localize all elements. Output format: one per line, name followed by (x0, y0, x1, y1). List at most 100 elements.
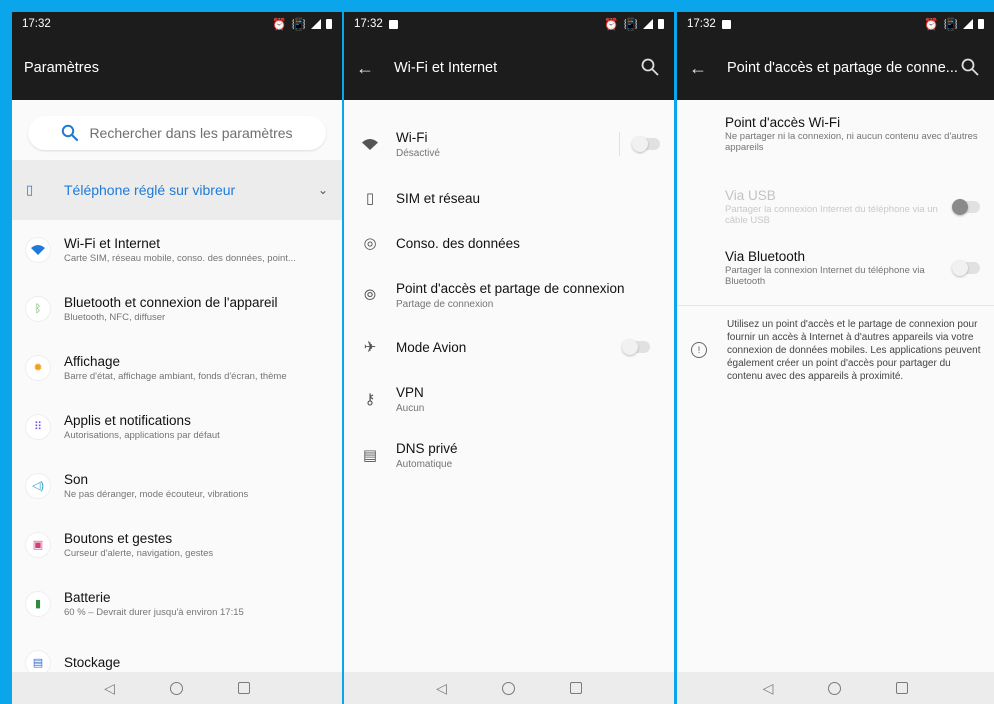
search-icon[interactable] (640, 57, 662, 79)
search-icon (62, 124, 79, 142)
settings-item-subtitle: Carte SIM, réseau mobile, conso. des don… (64, 252, 296, 264)
signal-icon (311, 19, 321, 29)
settings-item-subtitle: Autorisations, applications par défaut (64, 429, 220, 441)
vibrate-icon: 📳 (943, 19, 958, 31)
search-placeholder: Rechercher dans les paramètres (89, 125, 293, 141)
back-nav-icon[interactable]: ◁ (436, 680, 447, 697)
wifi-hotspot-title: Point d'accès Wi-Fi (725, 115, 841, 130)
signal-icon (643, 19, 653, 29)
sim-network-row[interactable]: ▯ SIM et réseau (344, 176, 674, 220)
airplane-mode-toggle[interactable] (622, 339, 650, 355)
home-nav-icon[interactable] (501, 681, 515, 695)
bluetooth-icon: ᛒ (26, 296, 50, 321)
vibrate-icon: ▯ (26, 182, 34, 197)
private-dns-row[interactable]: ▤ DNS privé Automatique (344, 428, 674, 482)
alarm-icon: ⏰ (924, 19, 939, 31)
settings-item-subtitle: Ne pas déranger, mode écouteur, vibratio… (64, 488, 249, 500)
status-icons: ⏰ 📳 (604, 17, 664, 31)
private-dns-row-title: DNS privé (396, 440, 458, 456)
back-nav-icon[interactable]: ◁ (763, 680, 774, 697)
settings-item-title: Stockage (64, 655, 121, 670)
data-usage-row[interactable]: ◎ Conso. des données (344, 220, 674, 266)
storage-icon: ▤ (26, 650, 50, 675)
airplane-mode-row-title: Mode Avion (396, 339, 467, 355)
back-arrow-icon[interactable]: ← (356, 58, 380, 79)
vpn-row-title: VPN (396, 384, 424, 400)
vibrate-banner[interactable]: ▯ Téléphone réglé sur vibreur ⌄ (12, 160, 342, 220)
volume-icon: ◁) (26, 473, 50, 498)
hotspot-info: ! Utilisez un point d'accès et le partag… (677, 306, 994, 383)
airplane-icon: ✈ (363, 339, 377, 356)
wifi-hotspot-row[interactable]: Point d'accès Wi-Fi Ne partager ni la con… (677, 115, 994, 173)
bluetooth-tethering-title: Via Bluetooth (725, 248, 806, 264)
wifi-toggle[interactable] (632, 136, 660, 152)
sim-network-row-title: SIM et réseau (396, 190, 481, 206)
usb-tethering-row: Via USB Partager la connexion Internet du… (677, 173, 994, 241)
vibrate-banner-label: Téléphone réglé sur vibreur (64, 182, 236, 198)
vpn-row-subtitle: Aucun (396, 402, 425, 414)
settings-item-title: Affichage (64, 353, 121, 369)
back-nav-icon[interactable]: ◁ (104, 680, 115, 697)
battery-icon (326, 19, 332, 29)
settings-item-bluetooth[interactable]: ᛒ Bluetooth et connexion de l'appareil Bl… (12, 279, 342, 338)
nav-bar: ◁ (344, 672, 674, 704)
settings-item-title: Boutons et gestes (64, 530, 173, 546)
settings-item-title: Batterie (64, 589, 111, 605)
battery-icon: ▮ (26, 591, 50, 616)
hotspot-row[interactable]: ⦾ Point d'accès et partage de connexion P… (344, 266, 674, 324)
wifi-internet-screen: 17:32 ⏰ 📳 ← Wi-Fi et Internet Wi-Fi Désac… (344, 12, 674, 704)
settings-item-display[interactable]: ✹ Affichage Barre d'état, affichage ambia… (12, 338, 342, 397)
buttons-icon: ▣ (26, 532, 50, 557)
signal-icon (963, 19, 973, 29)
settings-item-battery[interactable]: ▮ Batterie 60 % – Devrait durer jusqu'à e… (12, 574, 342, 633)
settings-item-subtitle: Barre d'état, affichage ambiant, fonds d… (64, 370, 287, 382)
vpn-row[interactable]: ⚷ VPN Aucun (344, 370, 674, 428)
settings-item-title: Bluetooth et connexion de l'appareil (64, 294, 278, 310)
data-usage-row-title: Conso. des données (396, 235, 520, 251)
wifi-row-subtitle: Désactivé (396, 147, 440, 159)
settings-item-title: Wi-Fi et Internet (64, 235, 161, 251)
usb-tethering-toggle (952, 199, 980, 215)
status-bar: 17:32 ⏰ 📳 (344, 12, 674, 36)
wifi-row[interactable]: Wi-Fi Désactivé (344, 112, 674, 176)
status-icons: ⏰ 📳 (924, 17, 984, 31)
private-dns-row-subtitle: Automatique (396, 458, 453, 470)
settings-item-apps[interactable]: ⠿ Applis et notifications Autorisations, … (12, 397, 342, 456)
settings-item-buttons[interactable]: ▣ Boutons et gestes Curseur d'alerte, nav… (12, 515, 342, 574)
hotspot-info-text: Utilisez un point d'accès et le partage … (727, 319, 981, 382)
brightness-icon: ✹ (26, 355, 50, 380)
bluetooth-tethering-row[interactable]: Via Bluetooth Partager la connexion Inter… (677, 241, 994, 295)
recents-nav-icon[interactable] (896, 682, 909, 694)
search-input[interactable]: Rechercher dans les paramètres (28, 116, 326, 150)
battery-icon (658, 19, 664, 29)
status-icons: ⏰ 📳 (272, 17, 332, 31)
usb-tethering-subtitle: Partager la connexion Internet du téléph… (725, 203, 938, 226)
settings-screen: 17:32 ⏰ 📳 Paramètres Rechercher dans les… (12, 12, 342, 704)
home-nav-icon[interactable] (828, 681, 842, 695)
settings-item-wifi[interactable]: Wi-Fi et Internet Carte SIM, réseau mobil… (12, 220, 342, 279)
settings-item-subtitle: Curseur d'alerte, navigation, gestes (64, 547, 214, 559)
recents-nav-icon[interactable] (237, 682, 250, 694)
info-icon: ! (691, 342, 707, 358)
page-title: Paramètres (24, 60, 99, 76)
hotspot-tethering-screen: 17:32 ⏰ 📳 ← Point d'accès et partage de … (677, 12, 994, 704)
status-bar: 17:32 ⏰ 📳 (677, 12, 994, 36)
search-icon[interactable] (960, 57, 982, 79)
hotspot-row-title: Point d'accès et partage de connexion (396, 280, 625, 296)
usb-tethering-title: Via USB (725, 187, 776, 203)
data-usage-icon: ◎ (363, 235, 377, 252)
settings-item-sound[interactable]: ◁) Son Ne pas déranger, mode écouteur, vi… (12, 456, 342, 515)
bluetooth-tethering-toggle[interactable] (952, 260, 980, 276)
home-nav-icon[interactable] (169, 681, 183, 695)
vpn-key-icon: ⚷ (364, 391, 376, 408)
chevron-down-icon[interactable]: ⌄ (318, 183, 328, 197)
dns-icon: ▤ (362, 447, 378, 464)
settings-item-subtitle: Bluetooth, NFC, diffuser (64, 311, 166, 323)
airplane-mode-row[interactable]: ✈ Mode Avion (344, 324, 674, 370)
notification-icon (388, 19, 398, 29)
back-arrow-icon[interactable]: ← (689, 58, 713, 79)
bluetooth-tethering-subtitle: Partager la connexion Internet du téléph… (725, 264, 925, 287)
recents-nav-icon[interactable] (569, 682, 582, 694)
alarm-icon: ⏰ (272, 19, 287, 31)
notification-icon (721, 19, 731, 29)
